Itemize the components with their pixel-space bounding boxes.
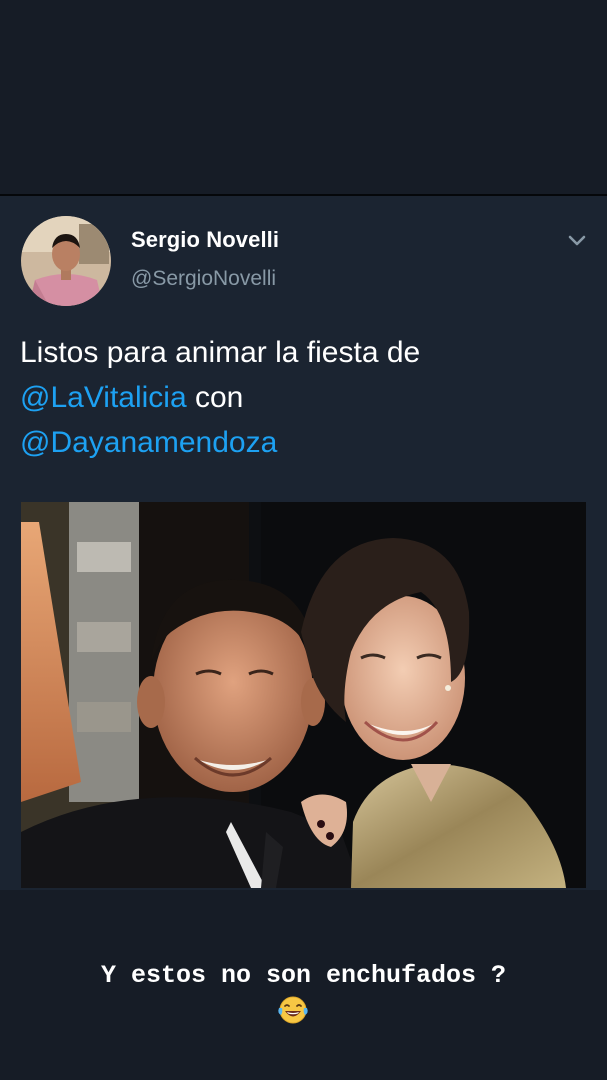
tweet-text-line: Listos para animar la fiesta de <box>20 336 421 369</box>
user-handle[interactable]: @SergioNovelli <box>131 267 276 291</box>
avatar[interactable] <box>21 216 111 306</box>
story-top-background <box>0 0 607 194</box>
story-caption: Y estos no son enchufados ? <box>100 961 507 990</box>
mention-link-dayanamendoza[interactable]: @Dayanamendoza <box>20 426 277 459</box>
laughing-emoji-icon <box>278 996 308 1024</box>
tweet-card: Sergio Novelli @SergioNovelli Listos par… <box>0 196 607 890</box>
mention-link-lavitalicia[interactable]: @LaVitalicia <box>20 381 187 414</box>
chevron-down-icon[interactable] <box>567 234 587 248</box>
display-name[interactable]: Sergio Novelli <box>131 227 279 253</box>
tweet-text: Listos para animar la fiesta de @LaVital… <box>20 330 587 465</box>
tweet-photo[interactable] <box>21 502 586 888</box>
tweet-text-connector: con <box>186 381 244 414</box>
